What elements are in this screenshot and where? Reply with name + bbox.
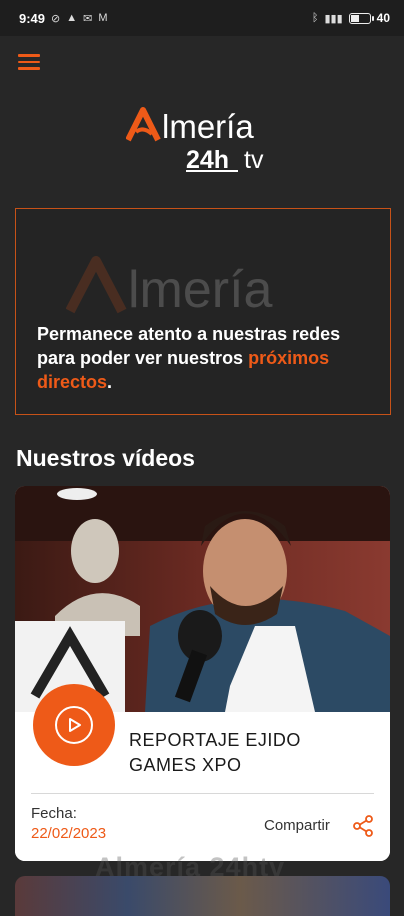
battery-icon — [348, 12, 374, 24]
watermark-logo-icon: lmería — [65, 251, 326, 326]
gmail-icon: M — [98, 12, 108, 24]
bell-icon: ▲ — [66, 12, 78, 24]
live-message-end: . — [107, 372, 113, 392]
wifi-off-icon: ⊘ — [51, 12, 61, 25]
battery-level: 40 — [376, 11, 390, 25]
message-icon: ✉ — [83, 12, 93, 25]
signal-icon: ▮▮▮ — [324, 12, 343, 25]
date-label: Fecha: — [31, 805, 77, 822]
video-thumbnail[interactable] — [15, 486, 390, 712]
menu-icon[interactable] — [18, 54, 40, 72]
play-button[interactable] — [33, 684, 115, 766]
status-left: 9:49 ⊘ ▲ ✉ M — [19, 11, 108, 26]
share-button[interactable]: Compartir — [264, 817, 330, 834]
svg-text:24h: 24h — [186, 146, 229, 174]
video-card[interactable]: REPORTAJE EJIDO GAMES XPO Fecha: 22/02/2… — [15, 486, 390, 861]
svg-text:lmería: lmería — [128, 261, 273, 319]
app-logo: lmería 24h tv — [125, 104, 286, 176]
share-icon[interactable] — [352, 815, 374, 837]
date-value: 22/02/2023 — [31, 825, 107, 842]
svg-text:tv: tv — [244, 146, 264, 174]
svg-text:lmería: lmería — [162, 108, 254, 145]
video-title[interactable]: REPORTAJE EJIDO GAMES XPO — [129, 728, 359, 778]
video-card-next[interactable] — [15, 876, 390, 916]
live-announcement: lmería Permanece atento a nuestras redes… — [15, 208, 391, 415]
video-card-body: REPORTAJE EJIDO GAMES XPO Fecha: 22/02/2… — [15, 684, 390, 861]
play-icon — [55, 706, 93, 744]
bluetooth-icon: ᛒ — [311, 12, 319, 24]
section-title-videos: Nuestros vídeos — [16, 445, 195, 471]
status-time: 9:49 — [19, 10, 46, 26]
live-message: Permanece atento a nuestras redes para p… — [37, 322, 377, 394]
divider — [31, 793, 374, 794]
status-right: ᛒ ▮▮▮ 40 — [312, 11, 390, 25]
status-bar: 9:49 ⊘ ▲ ✉ M ᛒ ▮▮▮ 40 — [0, 0, 404, 36]
